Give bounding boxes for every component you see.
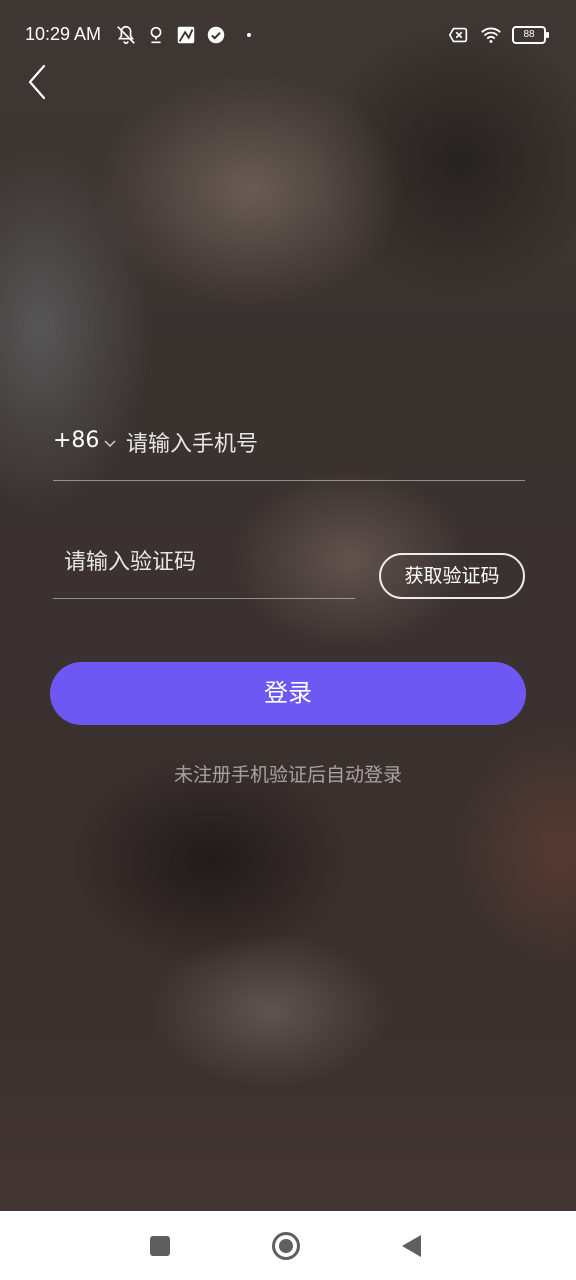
status-icons-left: [115, 22, 251, 48]
home-icon[interactable]: [271, 1231, 301, 1261]
country-code[interactable]: +86: [53, 428, 99, 453]
system-nav-bar: [0, 1211, 576, 1280]
blurred-background: [0, 0, 576, 1211]
login-button[interactable]: 登录: [50, 662, 526, 725]
status-icons-right: 88: [448, 22, 549, 48]
battery-indicator: 88: [512, 26, 549, 44]
check-circle-icon: [207, 26, 225, 44]
status-time: 10:29 AM: [25, 24, 102, 44]
phone-input-row: +86: [53, 422, 525, 481]
back-chevron-left-icon[interactable]: [24, 62, 54, 102]
auto-login-hint: 未注册手机验证后自动登录: [173, 764, 402, 786]
dot-icon: [247, 33, 251, 37]
chevron-down-icon[interactable]: [103, 436, 117, 450]
phone-number-input[interactable]: [126, 422, 516, 466]
status-bar: 10:29 AM 88: [0, 0, 576, 70]
get-code-button[interactable]: 获取验证码: [379, 553, 525, 599]
code-input-row: [53, 540, 355, 599]
recent-apps-icon[interactable]: [147, 1233, 173, 1259]
silent-vibrate-icon: [117, 25, 135, 45]
wifi-icon: [481, 27, 501, 43]
photo-app-icon: [177, 26, 195, 44]
verification-code-input[interactable]: [64, 540, 344, 584]
location-pin-icon: [150, 26, 162, 44]
no-sim-icon: [448, 27, 468, 43]
back-triangle-icon[interactable]: [399, 1233, 425, 1259]
